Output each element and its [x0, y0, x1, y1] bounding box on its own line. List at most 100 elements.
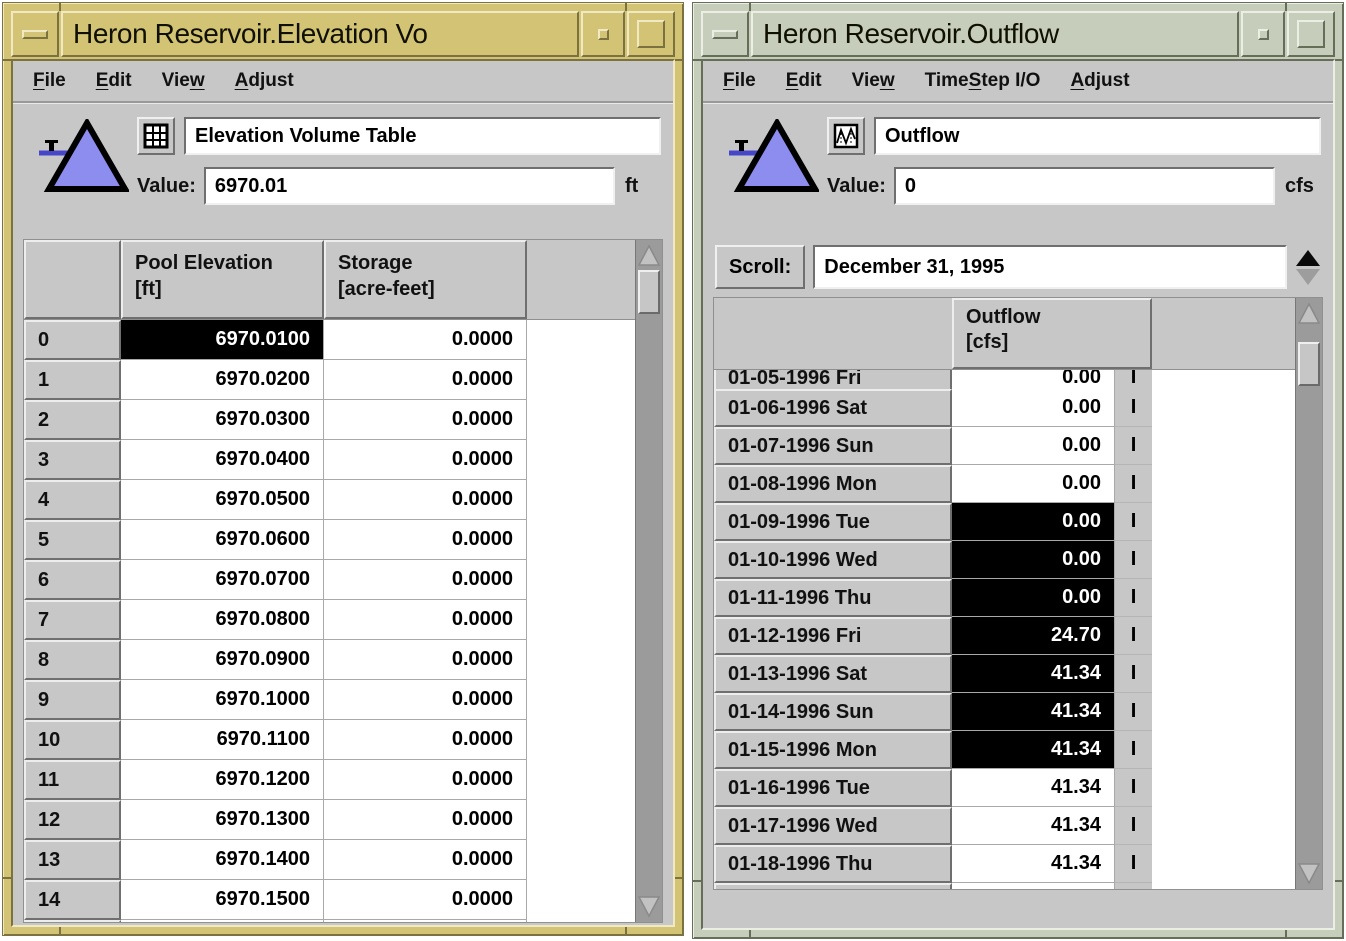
resize-notch[interactable]: [625, 3, 627, 11]
storage-cell[interactable]: 0.0000: [324, 680, 527, 720]
maximize-button[interactable]: [1287, 11, 1335, 57]
date-cell[interactable]: 01-07-1996 Sun: [714, 427, 952, 465]
flag-cell[interactable]: I: [1115, 370, 1152, 389]
scrollbar-trough[interactable]: [1296, 386, 1322, 859]
value-field[interactable]: 6970.01: [204, 167, 615, 205]
row-index-cell[interactable]: 12: [24, 800, 121, 840]
flag-cell[interactable]: I: [1115, 617, 1152, 655]
storage-cell[interactable]: 0.0000: [324, 600, 527, 640]
scrollbar-trough[interactable]: [636, 314, 662, 892]
spinner-up-arrow[interactable]: [1296, 250, 1320, 266]
flag-cell[interactable]: I: [1115, 655, 1152, 693]
row-index-cell[interactable]: 6: [24, 560, 121, 600]
resize-notch[interactable]: [3, 59, 11, 61]
menu-file[interactable]: File: [723, 70, 756, 92]
window-menu-button[interactable]: [701, 11, 749, 57]
date-cell[interactable]: 01-11-1996 Thu: [714, 579, 952, 617]
storage-cell[interactable]: 0.0000: [324, 760, 527, 800]
scroll-down-arrow[interactable]: [1296, 859, 1322, 889]
outflow-value-cell[interactable]: [952, 883, 1115, 889]
outflow-value-cell[interactable]: 0.00: [952, 465, 1115, 503]
pool-elevation-cell[interactable]: 6970.1200: [121, 760, 324, 800]
outflow-value-cell[interactable]: 0.00: [952, 427, 1115, 465]
flag-cell[interactable]: I: [1115, 845, 1152, 883]
maximize-button[interactable]: [627, 11, 675, 57]
outflow-value-cell[interactable]: 41.34: [952, 769, 1115, 807]
scroll-up-arrow[interactable]: [636, 240, 662, 270]
storage-cell[interactable]: 0.0000: [324, 800, 527, 840]
date-cell[interactable]: 01-16-1996 Tue: [714, 769, 952, 807]
row-index-cell[interactable]: 10: [24, 720, 121, 760]
date-cell[interactable]: 01-18-1996 Thu: [714, 845, 952, 883]
resize-notch[interactable]: [749, 930, 751, 938]
scroll-button[interactable]: Scroll:: [715, 245, 805, 289]
storage-cell[interactable]: 0.0000: [324, 360, 527, 400]
outflow-value-cell[interactable]: 0.00: [952, 389, 1115, 427]
resize-notch[interactable]: [693, 59, 701, 61]
value-field[interactable]: 0: [894, 167, 1275, 205]
resize-notch[interactable]: [1335, 59, 1343, 61]
row-index-cell[interactable]: 3: [24, 440, 121, 480]
flag-cell[interactable]: I: [1115, 731, 1152, 769]
flag-cell[interactable]: I: [1115, 579, 1152, 617]
pool-elevation-cell[interactable]: 6970.1400: [121, 840, 324, 880]
storage-cell[interactable]: 0.0000: [324, 840, 527, 880]
date-cell[interactable]: [714, 883, 952, 889]
outflow-value-cell[interactable]: 41.34: [952, 845, 1115, 883]
resize-notch[interactable]: [693, 880, 701, 882]
storage-cell[interactable]: 0.0000: [324, 880, 527, 920]
flag-cell[interactable]: I: [1115, 427, 1152, 465]
menu-adjust[interactable]: Adjust: [235, 70, 294, 92]
minimize-button[interactable]: [1241, 11, 1285, 57]
scrollbar-thumb[interactable]: [638, 270, 660, 314]
storage-cell[interactable]: 0.0000: [324, 440, 527, 480]
outflow-value-cell[interactable]: 0.00: [952, 370, 1115, 389]
storage-cell[interactable]: 0.0000: [324, 720, 527, 760]
row-index-cell[interactable]: [24, 920, 121, 922]
flag-cell[interactable]: I: [1115, 503, 1152, 541]
vertical-scrollbar[interactable]: [635, 240, 662, 922]
flag-cell[interactable]: I: [1115, 389, 1152, 427]
outflow-value-cell[interactable]: 0.00: [952, 579, 1115, 617]
flag-cell[interactable]: I: [1115, 807, 1152, 845]
pool-elevation-cell[interactable]: 6970.0800: [121, 600, 324, 640]
date-cell[interactable]: 01-17-1996 Wed: [714, 807, 952, 845]
date-cell[interactable]: 01-08-1996 Mon: [714, 465, 952, 503]
pool-elevation-cell[interactable]: 6970.1300: [121, 800, 324, 840]
resize-notch[interactable]: [3, 877, 11, 879]
date-cell[interactable]: 01-12-1996 Fri: [714, 617, 952, 655]
row-index-cell[interactable]: 0: [24, 320, 121, 360]
menu-view[interactable]: View: [852, 70, 895, 92]
resize-notch[interactable]: [675, 59, 683, 61]
scroll-up-arrow[interactable]: [1296, 298, 1322, 328]
storage-cell[interactable]: 0.0000: [324, 640, 527, 680]
pool-elevation-cell[interactable]: 6970.0200: [121, 360, 324, 400]
menu-timestep-i-o[interactable]: TimeStep I/O: [925, 70, 1041, 92]
scroll-date-field[interactable]: December 31, 1995: [813, 245, 1287, 289]
window-menu-button[interactable]: [11, 11, 59, 57]
flag-cell[interactable]: I: [1115, 465, 1152, 503]
menu-view[interactable]: View: [162, 70, 205, 92]
outflow-value-cell[interactable]: 41.34: [952, 655, 1115, 693]
storage-cell[interactable]: [324, 920, 527, 922]
pool-elevation-cell[interactable]: 6970.0700: [121, 560, 324, 600]
pool-elevation-cell[interactable]: 6970.1100: [121, 720, 324, 760]
outflow-value-cell[interactable]: 24.70: [952, 617, 1115, 655]
resize-notch[interactable]: [1335, 880, 1343, 882]
spinner-down-arrow[interactable]: [1296, 269, 1320, 285]
row-index-cell[interactable]: 1: [24, 360, 121, 400]
menu-adjust[interactable]: Adjust: [1070, 70, 1129, 92]
pool-elevation-cell[interactable]: 6970.1500: [121, 880, 324, 920]
storage-cell[interactable]: 0.0000: [324, 520, 527, 560]
date-cell[interactable]: 01-14-1996 Sun: [714, 693, 952, 731]
column-header-storage[interactable]: Storage [acre-feet]: [324, 240, 527, 319]
pool-elevation-cell[interactable]: 6970.0300: [121, 400, 324, 440]
menu-edit[interactable]: Edit: [786, 70, 822, 92]
row-index-cell[interactable]: 14: [24, 880, 121, 920]
resize-notch[interactable]: [625, 927, 627, 935]
vertical-scrollbar[interactable]: [1295, 298, 1322, 889]
flag-cell[interactable]: I: [1115, 693, 1152, 731]
pool-elevation-cell[interactable]: 6970.1000: [121, 680, 324, 720]
outflow-value-cell[interactable]: 41.34: [952, 731, 1115, 769]
storage-cell[interactable]: 0.0000: [324, 400, 527, 440]
